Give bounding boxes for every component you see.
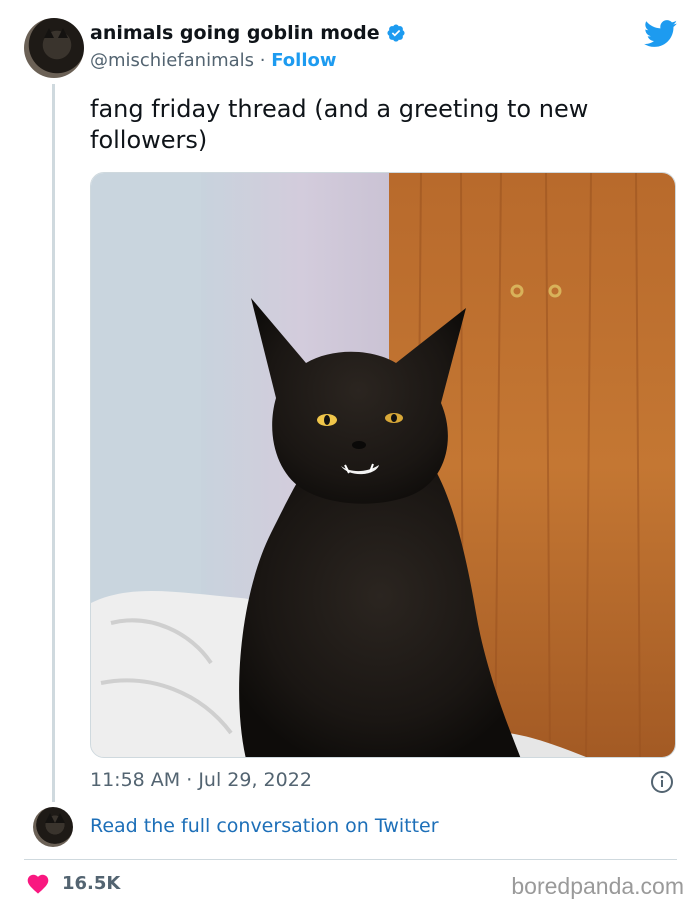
thread-connector-line xyxy=(52,84,55,802)
info-icon[interactable] xyxy=(650,770,674,794)
handle-separator: · xyxy=(259,50,266,71)
black-cat-photo xyxy=(91,173,675,757)
author-handle-row: @mischiefanimals · Follow xyxy=(90,50,337,71)
author-name-row[interactable]: animals going goblin mode xyxy=(90,22,406,44)
conversation-avatar[interactable] xyxy=(33,807,73,847)
tweet-timestamp[interactable]: 11:58 AM · Jul 29, 2022 xyxy=(90,769,312,791)
tweet-text: fang friday thread (and a greeting to ne… xyxy=(90,95,589,154)
tweet-photo[interactable] xyxy=(90,172,676,758)
like-count: 16.5K xyxy=(62,872,121,894)
verified-badge-icon xyxy=(387,24,405,42)
twitter-bird-icon[interactable] xyxy=(644,20,678,48)
heart-icon[interactable] xyxy=(26,872,50,894)
timestamp-separator: · xyxy=(186,769,193,791)
tweet-time[interactable]: 11:58 AM xyxy=(90,769,180,791)
like-button[interactable]: 16.5K xyxy=(26,872,120,894)
footer-divider xyxy=(24,859,677,860)
tweet-date[interactable]: Jul 29, 2022 xyxy=(198,769,312,791)
author-avatar[interactable] xyxy=(24,18,84,78)
author-handle[interactable]: @mischiefanimals xyxy=(90,50,254,71)
boredpanda-watermark: boredpanda.com xyxy=(511,873,684,899)
follow-button[interactable]: Follow xyxy=(271,50,336,71)
author-display-name[interactable]: animals going goblin mode xyxy=(90,22,380,44)
read-full-conversation-link[interactable]: Read the full conversation on Twitter xyxy=(90,815,439,837)
